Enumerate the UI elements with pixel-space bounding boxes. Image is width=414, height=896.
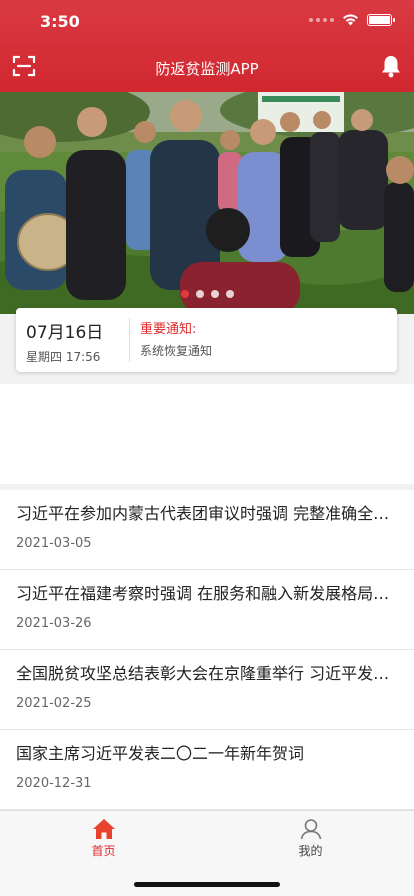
tab-mine[interactable]: 我的 xyxy=(207,811,414,862)
news-title: 习近平在福建考察时强调 在服务和融入新发展格局上展现更大作为 xyxy=(16,584,398,603)
tab-mine-label: 我的 xyxy=(298,844,323,858)
tab-home-label: 首页 xyxy=(91,844,116,858)
pager-dot[interactable] xyxy=(225,290,234,298)
news-title: 全国脱贫攻坚总结表彰大会在京隆重举行 习近平发表重要讲话 xyxy=(16,664,398,683)
notice-weekday-time: 星期四 17:56 xyxy=(26,350,101,364)
news-item[interactable]: 习近平在参加内蒙古代表团审议时强调 完整准确全面贯彻新发展理念 2021-03-… xyxy=(0,490,414,570)
notice-divider xyxy=(129,318,130,362)
tab-bar: 首页 我的 xyxy=(0,810,414,862)
notice-card[interactable]: 07月16日 星期四 17:56 重要通知: 系统恢复通知 xyxy=(16,308,397,372)
pager-dot[interactable] xyxy=(180,290,189,298)
bell-icon[interactable] xyxy=(380,54,402,78)
pager-dot[interactable] xyxy=(210,290,219,298)
content-spacer xyxy=(0,384,414,484)
news-item[interactable]: 习近平在福建考察时强调 在服务和融入新发展格局上展现更大作为 2021-03-2… xyxy=(0,570,414,650)
news-list: 习近平在参加内蒙古代表团审议时强调 完整准确全面贯彻新发展理念 2021-03-… xyxy=(0,490,414,810)
news-date: 2021-02-25 xyxy=(16,696,92,711)
home-indicator[interactable] xyxy=(134,882,280,887)
news-date: 2020-12-31 xyxy=(16,776,92,791)
home-indicator-area xyxy=(0,862,414,896)
user-icon xyxy=(300,819,321,840)
page-title: 防返贫监测APP xyxy=(155,60,259,78)
pager-dot[interactable] xyxy=(195,290,204,298)
status-icons xyxy=(309,14,395,26)
wifi-icon xyxy=(343,14,358,26)
banner-carousel[interactable] xyxy=(0,92,414,314)
news-date: 2021-03-05 xyxy=(16,536,92,551)
tab-home[interactable]: 首页 xyxy=(0,811,207,862)
notice-body[interactable]: 系统恢复通知 xyxy=(140,342,212,359)
status-bar: 3:50 xyxy=(0,0,414,44)
notice-title: 重要通知: xyxy=(140,322,197,337)
battery-icon xyxy=(367,14,395,26)
navbar: 防返贫监测APP xyxy=(0,48,414,88)
header: 3:50 防返贫监测APP xyxy=(0,0,414,92)
banner-photo xyxy=(0,92,414,314)
notice-date: 07月16日 xyxy=(26,323,104,343)
news-item[interactable]: 全国脱贫攻坚总结表彰大会在京隆重举行 习近平发表重要讲话 2021-02-25 xyxy=(0,650,414,730)
news-item[interactable]: 国家主席习近平发表二〇二一年新年贺词 2020-12-31 xyxy=(0,730,414,810)
carousel-pager xyxy=(0,290,414,298)
news-title: 习近平在参加内蒙古代表团审议时强调 完整准确全面贯彻新发展理念 xyxy=(16,504,398,523)
status-time: 3:50 xyxy=(40,12,80,31)
home-icon xyxy=(92,819,115,839)
app-screen: 3:50 防返贫监测APP 07月16日 星期四 17:56 重要通知: 系统恢… xyxy=(0,0,414,896)
news-date: 2021-03-26 xyxy=(16,616,92,631)
news-title: 国家主席习近平发表二〇二一年新年贺词 xyxy=(16,744,305,763)
signal-dots-icon xyxy=(309,18,334,22)
